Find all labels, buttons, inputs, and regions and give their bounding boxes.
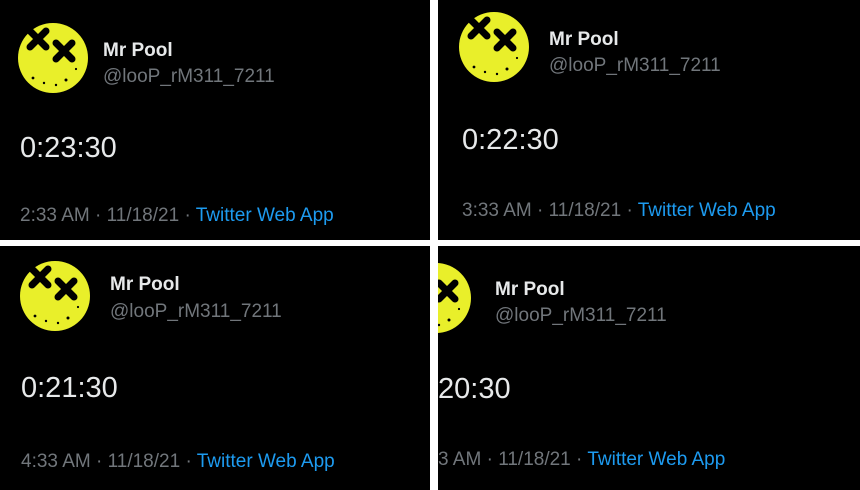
tweet-source-link[interactable]: Twitter Web App [587, 449, 725, 470]
tweet-source-link[interactable]: Twitter Web App [196, 205, 334, 226]
tweet-meta: 3:33 AM · 11/18/21 · Twitter Web App [462, 200, 776, 222]
tweet-time[interactable]: 3 AM [438, 449, 481, 470]
tweet-card-2: Mr Pool @looP_rM311_7211 0:22:30 3:33 AM… [438, 0, 860, 240]
display-name[interactable]: Mr Pool [549, 29, 619, 51]
user-handle[interactable]: @looP_rM311_7211 [549, 55, 721, 77]
meta-separator: · [96, 451, 103, 472]
dizzy-face-icon[interactable] [18, 23, 88, 93]
meta-separator: · [95, 205, 102, 226]
dizzy-face-icon[interactable] [20, 261, 90, 331]
tweet-time[interactable]: 2:33 AM [20, 205, 90, 226]
meta-separator: · [576, 449, 583, 470]
meta-separator: · [184, 205, 191, 226]
dizzy-face-icon[interactable] [438, 263, 471, 333]
dizzy-face-icon[interactable] [459, 12, 529, 82]
tweet-source-link[interactable]: Twitter Web App [197, 451, 335, 472]
tweet-text: 20:30 [438, 373, 511, 405]
tweet-meta: 4:33 AM · 11/18/21 · Twitter Web App [21, 451, 335, 473]
tweet-card-3: Mr Pool @looP_rM311_7211 0:21:30 4:33 AM… [0, 246, 430, 490]
tweet-text: 0:21:30 [21, 372, 118, 404]
meta-separator: · [185, 451, 192, 472]
tweet-time[interactable]: 3:33 AM [462, 200, 532, 221]
tweet-time[interactable]: 4:33 AM [21, 451, 91, 472]
display-name[interactable]: Mr Pool [495, 279, 565, 301]
tweet-date[interactable]: 11/18/21 [549, 200, 622, 221]
tweet-card-1: Mr Pool @looP_rM311_7211 0:23:30 2:33 AM… [0, 0, 430, 240]
user-handle[interactable]: @looP_rM311_7211 [110, 301, 282, 323]
display-name[interactable]: Mr Pool [103, 40, 173, 62]
tweet-text: 0:23:30 [20, 132, 117, 164]
tweet-meta: 3 AM · 11/18/21 · Twitter Web App [438, 449, 725, 471]
tweet-date[interactable]: 11/18/21 [107, 205, 180, 226]
tweet-date[interactable]: 11/18/21 [498, 449, 571, 470]
user-handle[interactable]: @looP_rM311_7211 [103, 66, 275, 88]
meta-separator: · [537, 200, 544, 221]
display-name[interactable]: Mr Pool [110, 274, 180, 296]
tweet-date[interactable]: 11/18/21 [108, 451, 181, 472]
tweet-text: 0:22:30 [462, 124, 559, 156]
tweet-card-4: Mr Pool @looP_rM311_7211 20:30 3 AM · 11… [438, 246, 860, 490]
user-handle[interactable]: @looP_rM311_7211 [495, 305, 667, 327]
tweet-meta: 2:33 AM · 11/18/21 · Twitter Web App [20, 205, 334, 227]
meta-separator: · [486, 449, 493, 470]
meta-separator: · [626, 200, 633, 221]
tweet-source-link[interactable]: Twitter Web App [638, 200, 776, 221]
